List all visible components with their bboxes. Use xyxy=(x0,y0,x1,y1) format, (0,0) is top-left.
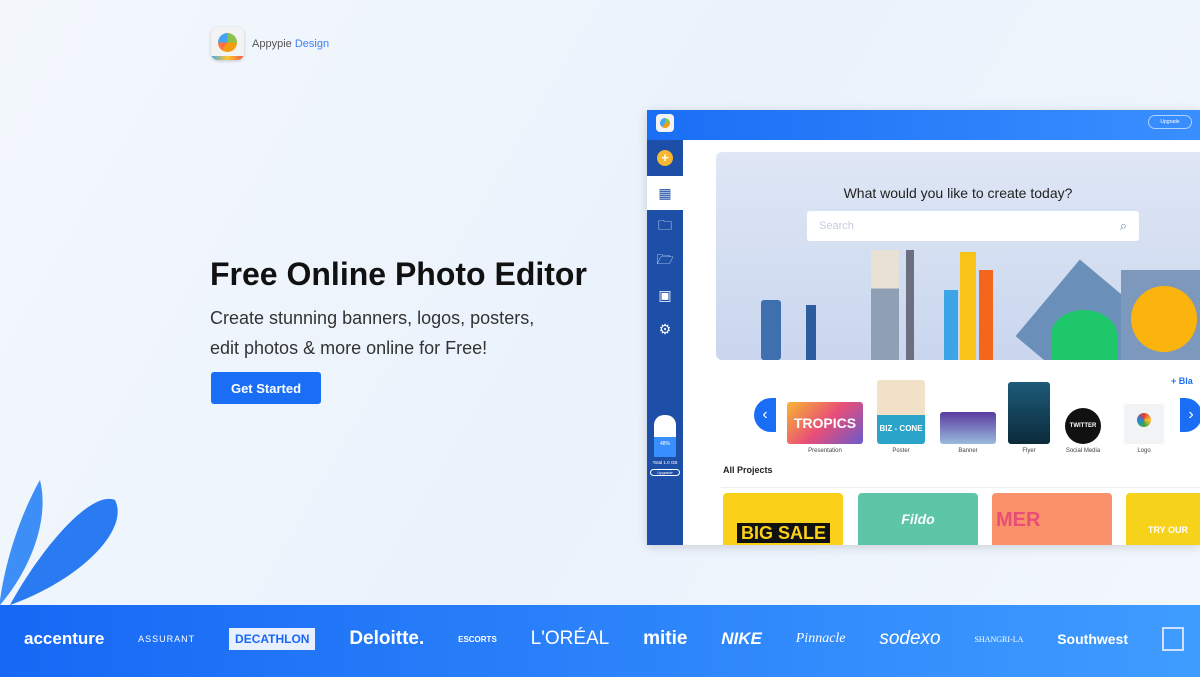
client-logo: mitie xyxy=(643,628,688,649)
app-logo-icon xyxy=(656,114,674,132)
category-carousel: ‹ TROPICS Presentation BIZ - CONE Poster B… xyxy=(754,374,1200,454)
grid-icon: ▦ xyxy=(658,184,672,201)
project-text: Fildo xyxy=(901,511,935,527)
brand-logo[interactable]: Appypie Design xyxy=(211,27,329,60)
project-text: MER xyxy=(996,509,1041,531)
get-started-button[interactable]: Get Started xyxy=(211,372,321,404)
thumb-logo xyxy=(1124,404,1164,444)
category-logo[interactable]: Logo xyxy=(1124,404,1164,454)
storage-meter: 48% xyxy=(654,415,676,457)
category-label: Social Media xyxy=(1065,448,1101,454)
plus-icon: + xyxy=(657,150,673,166)
sidebar-item-templates[interactable]: ▦ xyxy=(647,176,683,210)
thumb-poster: BIZ - CONE xyxy=(877,380,925,444)
sidebar-item-folders[interactable]: 🗁 xyxy=(647,244,683,278)
app-mockup: Upgrade + ▦ 🗀 🗁 ▣ ⚙ 48% Total 1.0 GB Upg… xyxy=(647,110,1200,545)
client-logo: accenture xyxy=(24,629,105,648)
blank-canvas-link[interactable]: + Bla xyxy=(1171,376,1193,386)
storage-total: Total 1.0 GB xyxy=(652,460,678,465)
client-logos-band: accenture ASSURANT DECATHLON Deloitte. ESCOR… xyxy=(0,605,1200,677)
paintbrush-illustration xyxy=(871,250,899,360)
client-logo: Deloitte. xyxy=(349,628,425,649)
project-text: BIG SALE xyxy=(737,523,831,543)
sidebar-item-brand-kit[interactable]: ▣ xyxy=(647,278,683,312)
category-poster[interactable]: BIZ - CONE Poster xyxy=(877,380,925,454)
category-flyer[interactable]: Flyer xyxy=(1008,382,1050,454)
thumb-presentation: TROPICS xyxy=(787,402,863,444)
project-card[interactable]: MER xyxy=(992,493,1112,545)
subtitle-line-2: edit photos & more online for Free! xyxy=(210,338,488,358)
client-logo: Southwest xyxy=(1057,631,1128,647)
storage-upgrade-button[interactable]: Upgrade xyxy=(650,469,680,476)
pencil-orange xyxy=(979,270,993,360)
brand-name: Appypie xyxy=(252,37,292,50)
hero-subtitle: Create stunning banners, logos, posters,… xyxy=(210,303,570,363)
search-icon[interactable]: ⌕ xyxy=(1120,218,1127,234)
category-social-media[interactable]: TWITTER Social Media xyxy=(1065,408,1101,454)
client-logo: ASSURANT xyxy=(138,634,196,644)
category-label: Banner xyxy=(958,448,978,454)
divider xyxy=(721,487,1200,488)
folder-icon: 🗀 xyxy=(658,217,672,233)
thumb-banner xyxy=(940,412,996,444)
sidebar-item-designs[interactable]: 🗀 xyxy=(647,210,683,244)
client-logos: accenture ASSURANT DECATHLON Deloitte. ESCOR… xyxy=(24,627,1184,651)
appypie-logo-icon xyxy=(211,27,244,60)
green-paint-bowl xyxy=(1051,310,1117,360)
client-logo: sodexo xyxy=(879,628,941,649)
knife-illustration xyxy=(806,305,816,360)
brush-illustration xyxy=(761,300,781,360)
category-label: Flyer xyxy=(1022,448,1036,454)
client-logo: DECATHLON xyxy=(229,628,316,650)
project-text: TRY OUR xyxy=(1148,525,1189,535)
project-card[interactable]: TRY OUR xyxy=(1126,493,1200,545)
client-logo: NIKE xyxy=(721,629,762,648)
client-logo: ESCORTS xyxy=(458,634,497,644)
brush-handle-illustration xyxy=(906,250,914,360)
category-banner[interactable]: Banner xyxy=(940,412,996,454)
gear-icon: ⚙ xyxy=(658,320,672,337)
client-logo: Pinnacle xyxy=(795,631,846,646)
client-logo: L'ORÉAL xyxy=(530,628,610,649)
carousel-next-button[interactable]: › xyxy=(1180,398,1200,432)
mockup-topbar: Upgrade xyxy=(647,110,1200,140)
create-heading: What would you like to create today? xyxy=(843,185,1073,201)
brand-kit-icon: ▣ xyxy=(658,286,672,303)
mockup-sidebar: + ▦ 🗀 🗁 ▣ ⚙ 48% Total 1.0 GB Upgrade xyxy=(647,140,683,545)
thumb-social-media: TWITTER xyxy=(1065,408,1101,444)
thumb-flyer xyxy=(1008,382,1050,444)
page-title: Free Online Photo Editor xyxy=(210,256,587,292)
pencil-yellow xyxy=(960,252,976,360)
category-label: Poster xyxy=(892,448,910,454)
orange-paint-bowl xyxy=(1131,286,1197,352)
storage-fill: 48% xyxy=(654,436,676,457)
category-label: Logo xyxy=(1137,448,1151,454)
hero-banner-image: What would you like to create today? ⌕ xyxy=(716,152,1200,360)
template-search[interactable]: ⌕ xyxy=(807,211,1139,241)
category-presentation[interactable]: TROPICS Presentation xyxy=(787,402,863,454)
upgrade-button[interactable]: Upgrade xyxy=(1148,115,1192,129)
sidebar-create-new[interactable]: + xyxy=(647,140,683,176)
search-input[interactable] xyxy=(819,220,1099,232)
folder-share-icon: 🗁 xyxy=(656,251,674,267)
project-card[interactable]: BIG SALE xyxy=(723,493,843,545)
brand-suffix: Design xyxy=(294,37,330,50)
all-projects-heading: All Projects xyxy=(723,465,773,475)
sidebar-item-settings[interactable]: ⚙ xyxy=(647,312,683,346)
pencil-blue xyxy=(944,290,958,360)
category-label: Presentation xyxy=(808,448,842,454)
client-logo: SHANGRI-LA xyxy=(974,634,1024,644)
decorative-leaf-illustration xyxy=(0,480,118,605)
subtitle-line-1: Create stunning banners, logos, posters, xyxy=(210,308,535,328)
project-card[interactable]: Fildo xyxy=(858,493,978,545)
client-logo-square xyxy=(1161,627,1184,651)
carousel-prev-button[interactable]: ‹ xyxy=(754,398,776,432)
